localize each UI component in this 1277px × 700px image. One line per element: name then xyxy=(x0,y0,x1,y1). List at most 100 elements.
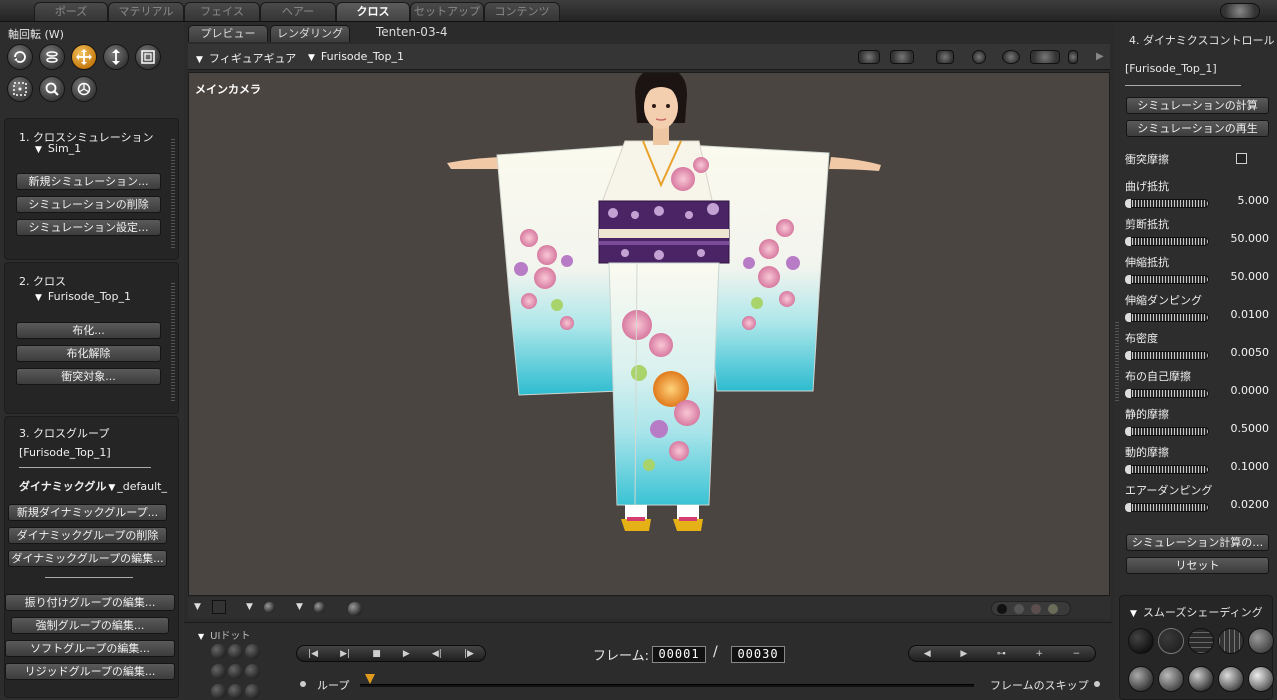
tab-face[interactable]: フェイス xyxy=(184,2,260,21)
edit-soft-group-button[interactable]: ソフトグループの編集... xyxy=(5,640,175,657)
edit-choreographed-group-button[interactable]: 振り付けグループの編集... xyxy=(5,594,175,611)
shear-resistance-dial[interactable] xyxy=(1125,237,1209,246)
add-key-icon[interactable]: + xyxy=(1035,649,1043,659)
unclothify-button[interactable]: 布化解除 xyxy=(16,345,161,362)
key-icon[interactable]: ⊶ xyxy=(997,649,1006,659)
collide-against-button[interactable]: 衝突対象... xyxy=(16,368,161,385)
trackball-icon[interactable] xyxy=(1002,50,1020,64)
previous-keyframe-icon[interactable]: ◀| xyxy=(432,649,442,659)
resize-grip[interactable] xyxy=(1115,322,1119,402)
remove-key-icon[interactable]: − xyxy=(1073,649,1081,659)
figure-menu[interactable]: ▼ フィギュアギュア xyxy=(196,50,296,66)
resize-grip[interactable] xyxy=(171,139,175,249)
menu-orb-icon[interactable] xyxy=(1220,3,1260,19)
skip-frames-radio[interactable] xyxy=(1094,681,1100,687)
cloth-density-value[interactable]: 0.0050 xyxy=(1223,346,1270,359)
direct-manipulation-icon[interactable] xyxy=(71,76,97,102)
element-style-icon[interactable] xyxy=(314,602,325,613)
element-style-dropdown-icon[interactable]: ▼ xyxy=(296,602,303,612)
simulation-calculation-options-button[interactable]: シミュレーション計算の… xyxy=(1126,534,1269,551)
smooth-shading-dropdown[interactable]: ▼ スムーズシェーディング xyxy=(1130,604,1263,620)
stretch-resistance-value[interactable]: 50.000 xyxy=(1223,270,1270,283)
total-frames-field[interactable]: 00030 xyxy=(731,646,785,663)
document-style-icon[interactable] xyxy=(212,600,226,614)
face-camera-icon[interactable] xyxy=(936,50,954,64)
flat-shaded-style-icon[interactable] xyxy=(1128,666,1154,692)
light-dot-icon[interactable] xyxy=(997,604,1007,614)
timeline-playhead-icon[interactable] xyxy=(365,674,375,684)
memory-dot-icon[interactable] xyxy=(211,664,226,679)
shear-resistance-value[interactable]: 50.000 xyxy=(1223,232,1270,245)
go-to-start-icon[interactable]: |◀ xyxy=(308,649,318,659)
new-dynamic-group-button[interactable]: 新規ダイナミックグループ... xyxy=(8,504,167,521)
multi-view-icon[interactable] xyxy=(348,602,362,616)
loop-radio[interactable] xyxy=(300,681,306,687)
dynamic-friction-value[interactable]: 0.1000 xyxy=(1223,460,1270,473)
memory-dot-icon[interactable] xyxy=(245,644,260,659)
scale-icon[interactable] xyxy=(135,44,161,70)
cartoon-style-icon[interactable] xyxy=(1188,666,1214,692)
light-controls-bar[interactable] xyxy=(991,601,1071,616)
memory-dot-icon[interactable] xyxy=(228,644,243,659)
timeline-track[interactable] xyxy=(360,684,974,687)
camera-select-icon[interactable] xyxy=(890,50,914,64)
light-dot-icon[interactable] xyxy=(1014,604,1024,614)
memory-dot-icon[interactable] xyxy=(245,684,260,699)
air-damping-value[interactable]: 0.0200 xyxy=(1223,498,1270,511)
memory-dot-icon[interactable] xyxy=(245,664,260,679)
air-damping-dial[interactable] xyxy=(1125,503,1209,512)
play-simulation-button[interactable]: シミュレーションの再生 xyxy=(1126,120,1269,137)
stop-icon[interactable]: ■ xyxy=(372,649,381,659)
static-friction-value[interactable]: 0.5000 xyxy=(1223,422,1270,435)
figure-style-dropdown-icon[interactable]: ▼ xyxy=(246,602,253,612)
translate-icon[interactable] xyxy=(71,44,97,70)
tab-cloth[interactable]: クロス xyxy=(336,2,410,21)
tab-setup[interactable]: セットアップ xyxy=(410,2,484,21)
play-icon[interactable]: ▶ xyxy=(403,649,410,659)
next-key-icon[interactable]: ▶ xyxy=(960,649,967,659)
expand-arrow-icon[interactable]: ▶ xyxy=(1096,51,1104,62)
move-y-icon[interactable] xyxy=(1068,50,1078,64)
twist-icon[interactable] xyxy=(39,44,65,70)
current-frame-field[interactable]: 00001 xyxy=(652,646,706,663)
cloth-object-dropdown[interactable]: ▼ Furisode_Top_1 xyxy=(35,290,131,303)
new-simulation-button[interactable]: 新規シミュレーション... xyxy=(16,173,161,190)
hidden-line-style-icon[interactable] xyxy=(1218,628,1244,654)
edit-constrained-group-button[interactable]: 強制グループの編集... xyxy=(11,617,169,634)
move-xz-icon[interactable] xyxy=(1030,50,1060,64)
cloth-density-dial[interactable] xyxy=(1125,351,1209,360)
delete-simulation-button[interactable]: シミュレーションの削除 xyxy=(16,196,161,213)
reset-button[interactable]: リセット xyxy=(1126,557,1269,574)
camera-controls-icon[interactable] xyxy=(858,50,880,64)
tab-render[interactable]: レンダリング xyxy=(270,25,350,42)
stretch-damping-dial[interactable] xyxy=(1125,313,1209,322)
tab-pose[interactable]: ポーズ xyxy=(34,2,108,21)
texture-shaded-style-icon[interactable] xyxy=(1248,666,1274,692)
kimono-figure[interactable] xyxy=(189,73,1110,596)
dynamic-group-dropdown[interactable]: ダイナミックグル ▼ _default_ xyxy=(19,478,167,494)
next-keyframe-icon[interactable]: |▶ xyxy=(464,649,474,659)
memory-dot-icon[interactable] xyxy=(211,644,226,659)
delete-dynamic-group-button[interactable]: ダイナミックグループの削除 xyxy=(8,527,167,544)
figure-style-icon[interactable] xyxy=(264,602,275,613)
memory-dots-grid[interactable] xyxy=(210,643,264,700)
outline-style-icon[interactable] xyxy=(1158,628,1184,654)
static-friction-dial[interactable] xyxy=(1125,427,1209,436)
main-viewport[interactable]: メインカメラ xyxy=(188,72,1110,596)
stretch-damping-value[interactable]: 0.0100 xyxy=(1223,308,1270,321)
smooth-shaded-style-icon[interactable] xyxy=(1218,666,1244,692)
taper-icon[interactable] xyxy=(7,76,33,102)
bend-resistance-value[interactable]: 5.000 xyxy=(1223,194,1270,207)
stretch-resistance-dial[interactable] xyxy=(1125,275,1209,284)
tab-hair[interactable]: ヘアー xyxy=(260,2,336,21)
cloth-self-friction-dial[interactable] xyxy=(1125,389,1209,398)
dynamic-friction-dial[interactable] xyxy=(1125,465,1209,474)
zoom-icon[interactable] xyxy=(39,76,65,102)
edit-dynamic-group-button[interactable]: ダイナミックグループの編集... xyxy=(8,550,167,567)
collision-friction-checkbox[interactable] xyxy=(1236,153,1247,164)
step-back-icon[interactable]: ▶| xyxy=(340,649,350,659)
simulation-settings-button[interactable]: シミュレーション設定... xyxy=(16,219,161,236)
tab-content[interactable]: コンテンツ xyxy=(484,2,560,21)
lit-wireframe-style-icon[interactable] xyxy=(1248,628,1274,654)
tab-material[interactable]: マテリアル xyxy=(108,2,184,21)
